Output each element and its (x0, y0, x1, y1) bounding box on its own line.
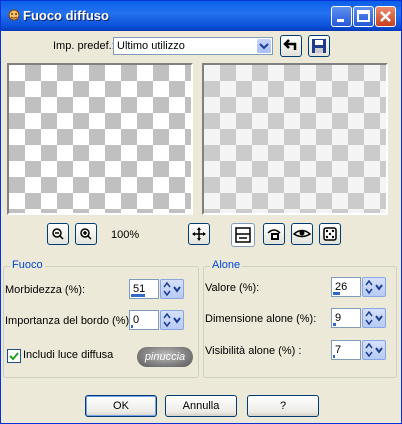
save-preset-button[interactable] (308, 35, 330, 57)
dimensione-label: Dimensione alone (%): (205, 313, 317, 325)
dimensione-input[interactable]: 9 (331, 308, 361, 328)
preview-original[interactable] (7, 63, 193, 215)
visibilita-stepper[interactable]: 7 (331, 340, 387, 360)
lock-preview-button[interactable] (263, 223, 285, 245)
spin-updown-icon (365, 279, 383, 295)
morbidezza-input[interactable]: 51 (129, 279, 159, 299)
save-disk-icon (312, 39, 326, 53)
visibilita-spin-buttons[interactable] (362, 340, 386, 360)
visibilita-value: 7 (335, 344, 342, 356)
includi-luce-label[interactable]: Includi luce diffusa (23, 349, 113, 361)
importanza-value: 0 (133, 314, 140, 326)
spin-updown-icon (163, 281, 181, 297)
preview-result[interactable] (202, 63, 388, 215)
dimensione-stepper[interactable]: 9 (331, 308, 387, 328)
visibilita-level-bar (333, 355, 335, 358)
title-bar[interactable]: Fuoco diffuso (1, 1, 401, 31)
close-button[interactable] (375, 6, 396, 27)
fuoco-group-title: Fuoco (10, 259, 45, 271)
zoom-level: 100% (111, 229, 140, 241)
dimensione-spin-buttons[interactable] (362, 308, 386, 328)
undo-arrow-icon (283, 39, 297, 50)
importanza-input[interactable]: 0 (129, 310, 159, 330)
dice-icon (323, 227, 337, 241)
valore-level-bar (333, 292, 340, 295)
zoom-in-button[interactable] (75, 223, 97, 245)
visibilita-input[interactable]: 7 (331, 340, 361, 360)
dialog-body: Imp. predef.: Ultimo utilizzo 100% Fuoco… (3, 31, 397, 419)
visibilita-label: Visibilità alone (%) : (205, 345, 302, 357)
valore-input[interactable]: 26 (331, 277, 361, 297)
morbidezza-label: Morbidezza (%): (5, 284, 86, 296)
preset-value: Ultimo utilizzo (117, 40, 185, 52)
importanza-spin-buttons[interactable] (160, 310, 184, 330)
hand-lock-icon (267, 229, 281, 240)
minimize-icon (337, 19, 344, 22)
close-icon (380, 11, 391, 22)
zoom-out-icon (52, 228, 64, 240)
maximize-icon (357, 10, 370, 22)
valore-stepper[interactable]: 26 (331, 277, 387, 297)
eye-icon (292, 229, 312, 238)
randomize-button[interactable] (319, 223, 341, 245)
window-title: Fuoco diffuso (23, 8, 109, 23)
dimensione-level-bar (333, 323, 336, 326)
morbidezza-level-bar (131, 294, 145, 297)
includi-luce-checkbox[interactable] (7, 349, 21, 363)
preset-select[interactable]: Ultimo utilizzo (113, 37, 273, 55)
morbidezza-stepper[interactable]: 51 (129, 279, 185, 299)
dialog-window: Fuoco diffuso Imp. predef.: Ultimo utili… (0, 0, 402, 424)
ok-button[interactable]: OK (85, 395, 157, 417)
spin-updown-icon (163, 312, 181, 328)
app-icon (8, 9, 20, 21)
reset-preset-button[interactable] (280, 35, 302, 57)
preset-label: Imp. predef.: (53, 40, 115, 52)
annulla-button[interactable]: Annulla (165, 395, 237, 417)
importanza-level-bar (131, 325, 133, 328)
help-button[interactable]: ? (247, 395, 319, 417)
pan-button[interactable] (188, 223, 210, 245)
spin-updown-icon (365, 342, 383, 358)
zoom-in-icon (80, 228, 92, 240)
importanza-stepper[interactable]: 0 (129, 310, 185, 330)
toggle-preview-button[interactable] (291, 223, 313, 245)
valore-spin-buttons[interactable] (362, 277, 386, 297)
alone-group-title: Alone (210, 259, 243, 271)
preview-mode-button[interactable] (231, 223, 255, 247)
move-icon (192, 227, 206, 241)
morbidezza-spin-buttons[interactable] (160, 279, 184, 299)
spin-updown-icon (365, 310, 383, 326)
zoom-out-button[interactable] (47, 223, 69, 245)
chevron-down-icon[interactable] (257, 39, 271, 53)
maximize-button[interactable] (353, 6, 374, 27)
list-view-icon (235, 227, 251, 243)
checkmark-icon (9, 352, 19, 361)
minimize-button[interactable] (331, 6, 352, 27)
importanza-label: Importanza del bordo (%): (5, 315, 133, 327)
valore-label: Valore (%): (205, 282, 260, 294)
author-badge: pinuccia (137, 347, 193, 367)
